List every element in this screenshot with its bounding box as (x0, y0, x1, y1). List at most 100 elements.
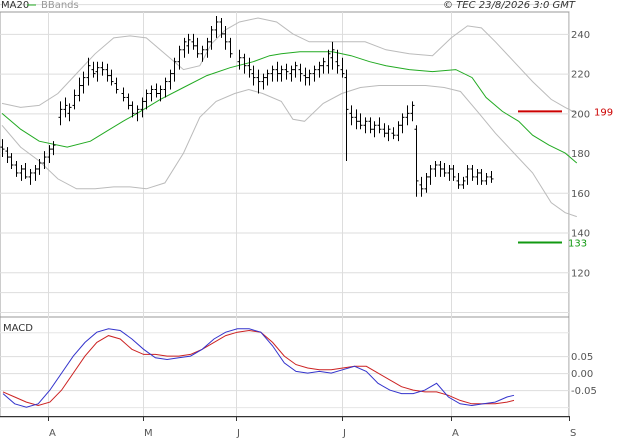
macd-title: MACD (3, 323, 33, 334)
ohlc-bar (456, 172, 461, 189)
ohlc-bar (51, 141, 56, 156)
ohlc-bar (424, 172, 429, 193)
resistance-label: 199 (594, 107, 613, 118)
price-tick-label: 240 (571, 30, 590, 41)
ohlc-bar (100, 61, 105, 76)
ohlc-bar (391, 127, 396, 140)
support-label: 133 (568, 238, 587, 249)
ohlc-bar (321, 57, 326, 74)
ohlc-bar (354, 109, 359, 130)
x-tick-labels: AMJJAS (48, 416, 576, 439)
macd-tick-label: -0.05 (571, 386, 597, 397)
macd-tick-label: 0.05 (571, 352, 593, 363)
ohlc-bar (195, 37, 200, 58)
ohlc-bar (114, 77, 119, 94)
ohlc-bar (265, 69, 270, 86)
ohlc-bar (372, 121, 377, 138)
ohlc-bar (405, 105, 410, 126)
ohlc-bar (293, 61, 298, 78)
legend-ma20-label: MA20 (1, 0, 29, 11)
ohlc-bar (386, 125, 391, 142)
ohlc-bar (433, 161, 438, 177)
ohlc-bar (182, 37, 187, 58)
ohlc-bar (91, 61, 96, 78)
ohlc-bar (37, 159, 42, 175)
ohlc-bar (109, 69, 114, 86)
ohlc-bar (19, 165, 24, 181)
ohlc-bar (470, 165, 475, 181)
price-tick-label: 220 (571, 70, 590, 81)
y-tick-labels: 120 140 160 180 200 220 240 0.05 0.00 -0.05 (571, 30, 597, 397)
ohlc-bar (251, 65, 256, 86)
ohlc-bar (410, 101, 415, 122)
ohlc-bar (105, 63, 110, 82)
ohlc-bar (275, 61, 280, 82)
macd-panel-frame (0, 316, 570, 418)
ohlc-bar (177, 45, 182, 70)
ohlc-bar (382, 123, 387, 138)
ohlc-bar (479, 168, 484, 185)
ohlc-bar (284, 63, 289, 80)
ohlc-bar (0, 139, 5, 158)
ohlc-bar (344, 69, 349, 162)
ohlc-bar (121, 87, 126, 102)
ohlc-bar (72, 89, 77, 110)
ohlc-bar (326, 49, 331, 74)
x-tick-label: J (236, 428, 240, 439)
ohlc-bar (330, 41, 335, 70)
ohlc-bar (95, 61, 100, 82)
ohlc-bar (163, 77, 168, 98)
price-tick-label: 200 (571, 109, 590, 120)
ohlc-bar (475, 168, 480, 185)
copyright-text: © TEC 23/8/2026 3:0 GMT (443, 0, 576, 11)
ohlc-bar (358, 113, 363, 130)
ohlc-bar (428, 165, 433, 185)
ohlc-bar (400, 113, 405, 134)
price-tick-label: 180 (571, 149, 590, 160)
price-levels: 199 133 (518, 107, 613, 249)
ohlc-bar (228, 37, 233, 58)
price-tick-label: 120 (571, 268, 590, 279)
ohlc-bar (168, 69, 173, 90)
price-tick-label: 140 (571, 229, 590, 240)
ohlc-bar (23, 163, 28, 179)
ohlc-bar (5, 147, 10, 164)
ohlc-bar (261, 73, 266, 90)
ohlc-bar (126, 93, 131, 110)
ohlc-bar (461, 176, 466, 189)
x-tick-label: A (49, 428, 56, 439)
ohlc-bar (317, 61, 322, 78)
macd-tick-label: 0.00 (571, 369, 593, 380)
ohlc-bar (377, 117, 382, 134)
macd-lines (2, 328, 515, 408)
ohlc-bar (349, 105, 354, 126)
ohlc-bar (438, 161, 443, 177)
legend-bbands-label: BBands (41, 0, 79, 11)
ohlc-bar (363, 117, 368, 134)
ohlc-bar (14, 161, 19, 177)
price-tick-label: 160 (571, 189, 590, 200)
ohlc-bar (303, 67, 308, 86)
ohlc-bar (307, 69, 312, 86)
ohlc-bar (451, 165, 456, 181)
ohlc-bar (154, 83, 159, 98)
macd-signal-line (2, 329, 515, 407)
ohlc-bar (200, 45, 205, 62)
ohlc-bar (28, 168, 33, 185)
ohlc-bar (67, 103, 72, 122)
ohlc-bar (77, 77, 82, 102)
ohlc-bar (256, 69, 261, 94)
ohlc-bar (33, 165, 38, 181)
stock-chart: 199 133 120 140 160 180 200 220 240 0.05 0.00 -0.0… (0, 0, 613, 439)
ohlc-bar (191, 33, 196, 50)
ohlc-bar (298, 63, 303, 82)
bollinger-bands (1, 17, 578, 218)
ohlc-bar (465, 165, 470, 185)
ohlc-bar (9, 153, 14, 169)
ohlc-bar (447, 165, 452, 181)
grid-lines (0, 4, 570, 416)
ohlc-bar (186, 33, 191, 54)
macd-line (2, 328, 515, 408)
ohlc-bar (414, 125, 419, 197)
ohlc-bars (0, 16, 494, 197)
